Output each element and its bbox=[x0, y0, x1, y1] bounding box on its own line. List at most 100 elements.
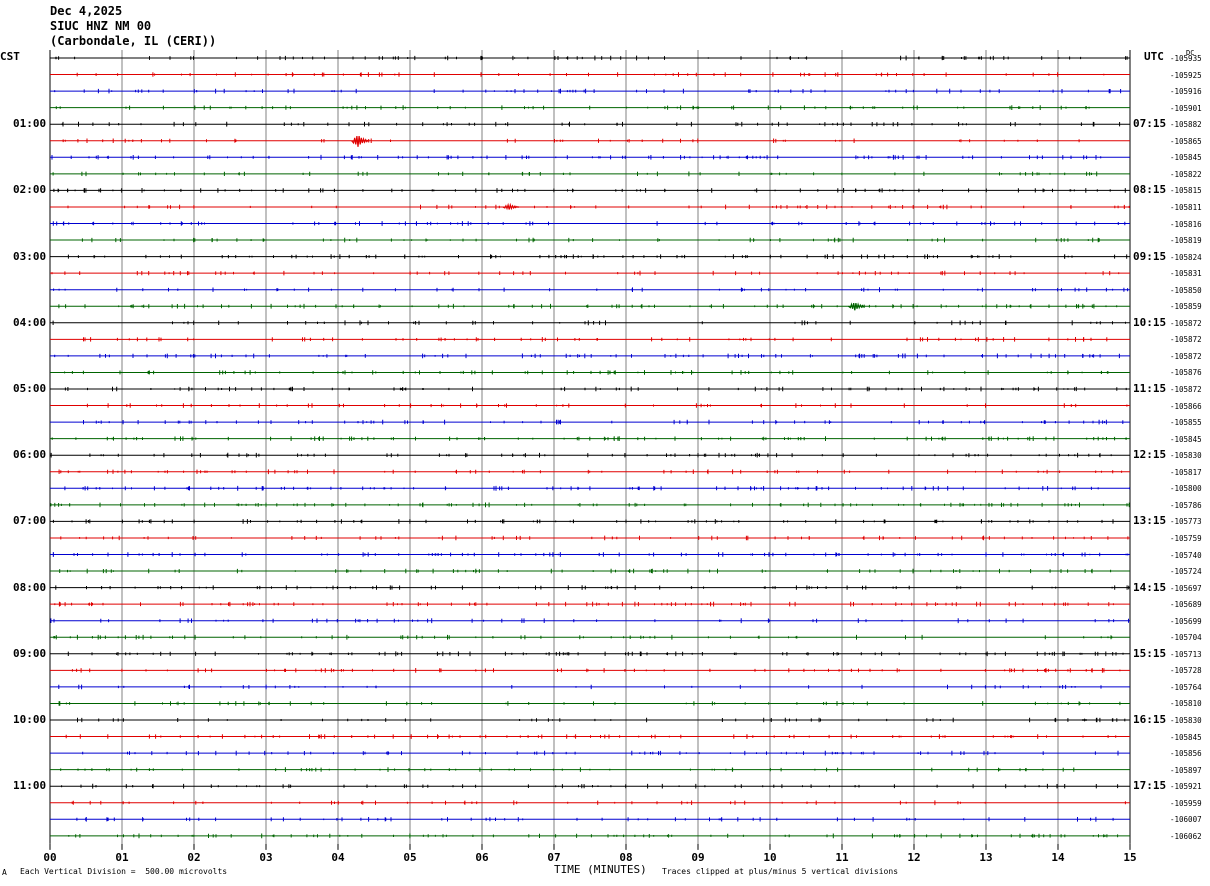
left-hour-label: 03:00 bbox=[13, 249, 47, 263]
dc-offset-label: -105819 bbox=[1170, 236, 1202, 246]
x-tick-label: 11 bbox=[835, 851, 849, 864]
x-tick-label: 00 bbox=[43, 851, 56, 864]
right-hour-label: 17:15 bbox=[1133, 779, 1167, 793]
x-tick-labels: 00 01 02 03 04 05 06 07 08 09 10 11 12 13 14 15 bbox=[43, 843, 1137, 864]
seismic-event bbox=[848, 302, 866, 311]
seismic-event bbox=[502, 202, 520, 211]
x-tick-label: 07 bbox=[547, 851, 560, 864]
dc-offset-label: -105872 bbox=[1170, 335, 1202, 345]
trace-noise bbox=[50, 55, 1131, 839]
dc-offset-label: -105830 bbox=[1170, 451, 1202, 461]
x-tick-label: 08 bbox=[619, 851, 632, 864]
left-hour-label: 09:00 bbox=[13, 646, 47, 660]
right-hour-label: 16:15 bbox=[1133, 713, 1167, 726]
x-tick-label: 12 bbox=[907, 851, 920, 864]
dc-offset-label: -105925 bbox=[1170, 70, 1202, 80]
left-hour-label: 01:00 bbox=[13, 117, 47, 131]
dc-offset-label: -105935 bbox=[1170, 54, 1202, 63]
right-hour-label: 15:15 bbox=[1133, 646, 1167, 660]
dc-offset-label: -105773 bbox=[1170, 517, 1202, 527]
right-hour-label: 13:15 bbox=[1133, 514, 1167, 528]
right-hour-label: 08:15 bbox=[1133, 183, 1167, 197]
dc-offset-label: -105728 bbox=[1170, 666, 1202, 676]
dc-offset-label: -105865 bbox=[1170, 136, 1202, 146]
clip-note: Traces clipped at plus/minus 5 vertical … bbox=[662, 867, 899, 876]
dc-offset-label: -105817 bbox=[1170, 467, 1202, 477]
scale-note: Each Vertical Division = 500.00 microvol… bbox=[20, 867, 228, 876]
dc-offset-label: -105916 bbox=[1170, 87, 1202, 97]
right-hour-label: 10:15 bbox=[1133, 315, 1167, 329]
dc-offset-label: -105856 bbox=[1170, 749, 1202, 759]
left-hour-label: 04:00 bbox=[13, 315, 47, 329]
dc-offset-label: -105689 bbox=[1170, 600, 1202, 610]
dc-offset-label: -105876 bbox=[1170, 368, 1202, 378]
minute-gridlines bbox=[49, 50, 1131, 844]
dc-offset-label: -105697 bbox=[1170, 583, 1202, 593]
dc-offset-label: -105831 bbox=[1170, 269, 1202, 279]
x-tick-label: 02 bbox=[187, 851, 200, 864]
right-zone-label: UTC bbox=[1144, 50, 1164, 63]
dc-offset-label: -105866 bbox=[1170, 401, 1202, 411]
dc-offset-label: -105830 bbox=[1170, 716, 1202, 725]
dc-offset-label: -105816 bbox=[1170, 219, 1202, 229]
dc-offset-label: -105897 bbox=[1170, 765, 1202, 775]
left-hour-label: 07:00 bbox=[13, 514, 47, 528]
x-tick-label: 04 bbox=[331, 851, 345, 864]
dc-offset-label: -105824 bbox=[1170, 252, 1202, 262]
right-hour-label: 09:15 bbox=[1133, 249, 1167, 263]
trace-lines bbox=[50, 57, 1130, 837]
seismic-event bbox=[351, 136, 369, 147]
x-tick-label: 09 bbox=[691, 851, 704, 864]
header-station: SIUC HNZ NM 00 bbox=[50, 19, 152, 33]
dc-offset-label: -106007 bbox=[1170, 815, 1202, 825]
left-hour-label: 08:00 bbox=[13, 580, 47, 594]
x-tick-label: 05 bbox=[403, 851, 416, 864]
dc-offset-label: -105740 bbox=[1170, 550, 1202, 560]
right-hour-label: 11:15 bbox=[1133, 382, 1167, 395]
x-tick-label: 15 bbox=[1123, 851, 1136, 864]
dc-offset-label: -105872 bbox=[1170, 318, 1202, 328]
left-hour-label: 10:00 bbox=[13, 713, 47, 726]
right-hour-label: 07:15 bbox=[1133, 117, 1167, 131]
dc-offset-label: -105815 bbox=[1170, 186, 1202, 196]
x-axis-label: TIME (MINUTES) bbox=[554, 863, 647, 876]
left-hour-label: 06:00 bbox=[13, 448, 47, 462]
dc-offset-label: -105810 bbox=[1170, 699, 1202, 709]
dc-offset-label: -105872 bbox=[1170, 351, 1202, 361]
dc-offset-label: -105959 bbox=[1170, 798, 1202, 808]
dc-offset-label: -105704 bbox=[1170, 633, 1202, 643]
dc-offset-label: -105764 bbox=[1170, 682, 1202, 692]
dc-offset-label: -105901 bbox=[1170, 103, 1202, 113]
x-tick-label: 13 bbox=[979, 851, 992, 864]
dc-offset-label: -105850 bbox=[1170, 285, 1202, 295]
dc-offset-label: -105845 bbox=[1170, 732, 1202, 742]
corner-mark: A bbox=[2, 868, 7, 877]
seismogram-plot: 00 01 02 03 04 05 06 07 08 09 10 11 12 13 14 15 bbox=[43, 50, 1137, 864]
dc-offset-label: -105759 bbox=[1170, 533, 1202, 543]
right-hour-label: 14:15 bbox=[1133, 580, 1167, 594]
dc-offset-label: -105882 bbox=[1170, 120, 1202, 130]
header-date: Dec 4,2025 bbox=[50, 4, 123, 18]
x-tick-label: 03 bbox=[259, 851, 272, 864]
dc-offset-label: -105811 bbox=[1170, 202, 1202, 212]
dc-offset-label: -105855 bbox=[1170, 418, 1202, 428]
x-tick-label: 01 bbox=[115, 851, 129, 864]
left-hour-label: 02:00 bbox=[13, 183, 47, 197]
left-zone-label: CST bbox=[0, 50, 20, 63]
right-hour-label: 12:15 bbox=[1133, 448, 1167, 462]
dc-offset-label: -105872 bbox=[1170, 385, 1202, 394]
dc-offset-label: -105800 bbox=[1170, 484, 1202, 494]
dc-offset-label: -105845 bbox=[1170, 434, 1202, 444]
dc-offset-label: -105822 bbox=[1170, 169, 1202, 179]
dc-offset-label: -105699 bbox=[1170, 616, 1202, 626]
header-location: (Carbondale, IL (CERI)) bbox=[50, 34, 217, 48]
dc-offset-label: -105859 bbox=[1170, 302, 1202, 312]
x-tick-label: 14 bbox=[1051, 851, 1065, 864]
dc-offset-label: -105845 bbox=[1170, 153, 1202, 163]
left-hour-label: 05:00 bbox=[13, 382, 47, 395]
dc-offset-label: -105921 bbox=[1170, 782, 1202, 792]
x-tick-label: 10 bbox=[763, 851, 776, 864]
left-hour-label: 11:00 bbox=[13, 779, 47, 793]
dc-offset-label: -105786 bbox=[1170, 500, 1202, 510]
dc-offset-label: -105724 bbox=[1170, 567, 1202, 577]
